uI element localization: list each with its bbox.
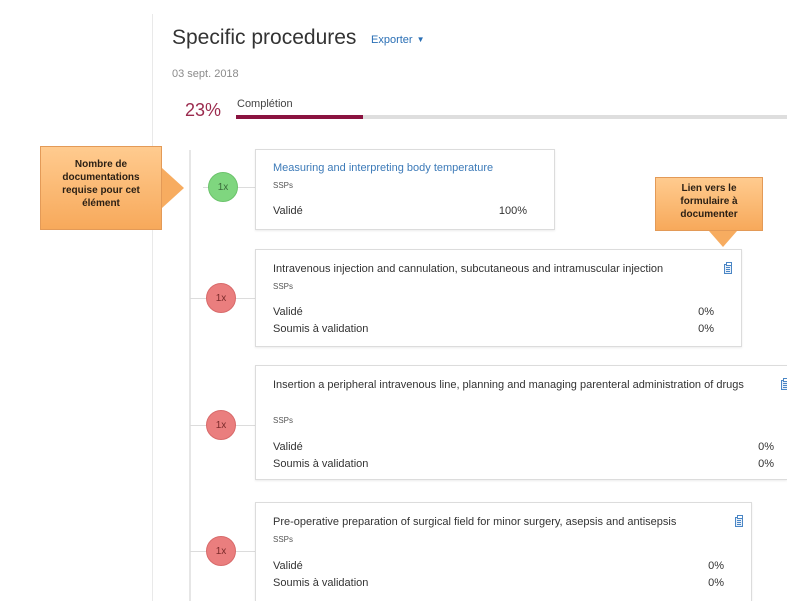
submitted-label: Soumis à validation [273, 323, 369, 335]
gutter-divider [152, 14, 153, 601]
completion-progress-bar [236, 115, 787, 119]
procedure-card: Measuring and interpreting body temperat… [255, 149, 555, 230]
procedure-title: Intravenous injection and cannulation, s… [273, 263, 664, 275]
validated-value: 100% [498, 205, 527, 217]
timeline-line [189, 150, 191, 601]
procedure-category: SSPs [273, 282, 294, 291]
procedure-category: SSPs [273, 416, 294, 425]
export-label: Exporter [371, 34, 413, 46]
submitted-value: 0% [698, 323, 714, 335]
submitted-value: 0% [708, 577, 724, 589]
page-date: 03 sept. 2018 [172, 68, 239, 80]
validated-value: 0% [708, 560, 724, 572]
form-link-callout: Lien vers le formulaire à documenter [655, 177, 763, 231]
requirement-count-badge: 1x [206, 410, 236, 440]
callout-arrow [162, 168, 184, 208]
submitted-value: 0% [758, 458, 774, 470]
requirement-count-badge: 1x [206, 283, 236, 313]
validated-value: 0% [698, 306, 714, 318]
clipboard-icon[interactable] [781, 378, 787, 390]
export-button[interactable]: Exporter ▼ [371, 34, 425, 46]
callout-arrow [709, 231, 737, 247]
clipboard-icon[interactable] [735, 515, 743, 527]
page-title: Specific procedures [172, 26, 357, 49]
procedure-category: SSPs [273, 181, 294, 190]
requirement-count-badge: 1x [206, 536, 236, 566]
procedure-card: Intravenous injection and cannulation, s… [255, 249, 742, 347]
required-count-callout: Nombre de documentations requise pour ce… [40, 146, 162, 230]
chevron-down-icon: ▼ [416, 35, 425, 44]
completion-progress-fill [236, 115, 363, 119]
validated-value: 0% [758, 441, 774, 453]
left-gutter [0, 0, 150, 601]
procedure-title: Pre-operative preparation of surgical fi… [273, 516, 677, 528]
procedure-card: Pre-operative preparation of surgical fi… [255, 502, 752, 601]
requirement-count-badge: 1x [208, 172, 238, 202]
procedure-title-link[interactable]: Measuring and interpreting body temperat… [273, 160, 493, 176]
procedure-card: Insertion a peripheral intravenous line,… [255, 365, 787, 480]
validated-label: Validé [273, 560, 303, 572]
callout-text: Nombre de documentations requise pour ce… [62, 159, 140, 209]
procedure-category: SSPs [273, 535, 294, 544]
completion-percent: 23% [185, 100, 222, 120]
validated-label: Validé [273, 205, 303, 217]
submitted-label: Soumis à validation [273, 577, 369, 589]
submitted-label: Soumis à validation [273, 458, 369, 470]
validated-label: Validé [273, 306, 303, 318]
completion-label: Complétion [237, 98, 293, 110]
clipboard-icon[interactable] [724, 262, 732, 274]
procedure-title: Insertion a peripheral intravenous line,… [273, 379, 744, 391]
validated-label: Validé [273, 441, 303, 453]
callout-text: Lien vers le formulaire à documenter [680, 183, 738, 220]
